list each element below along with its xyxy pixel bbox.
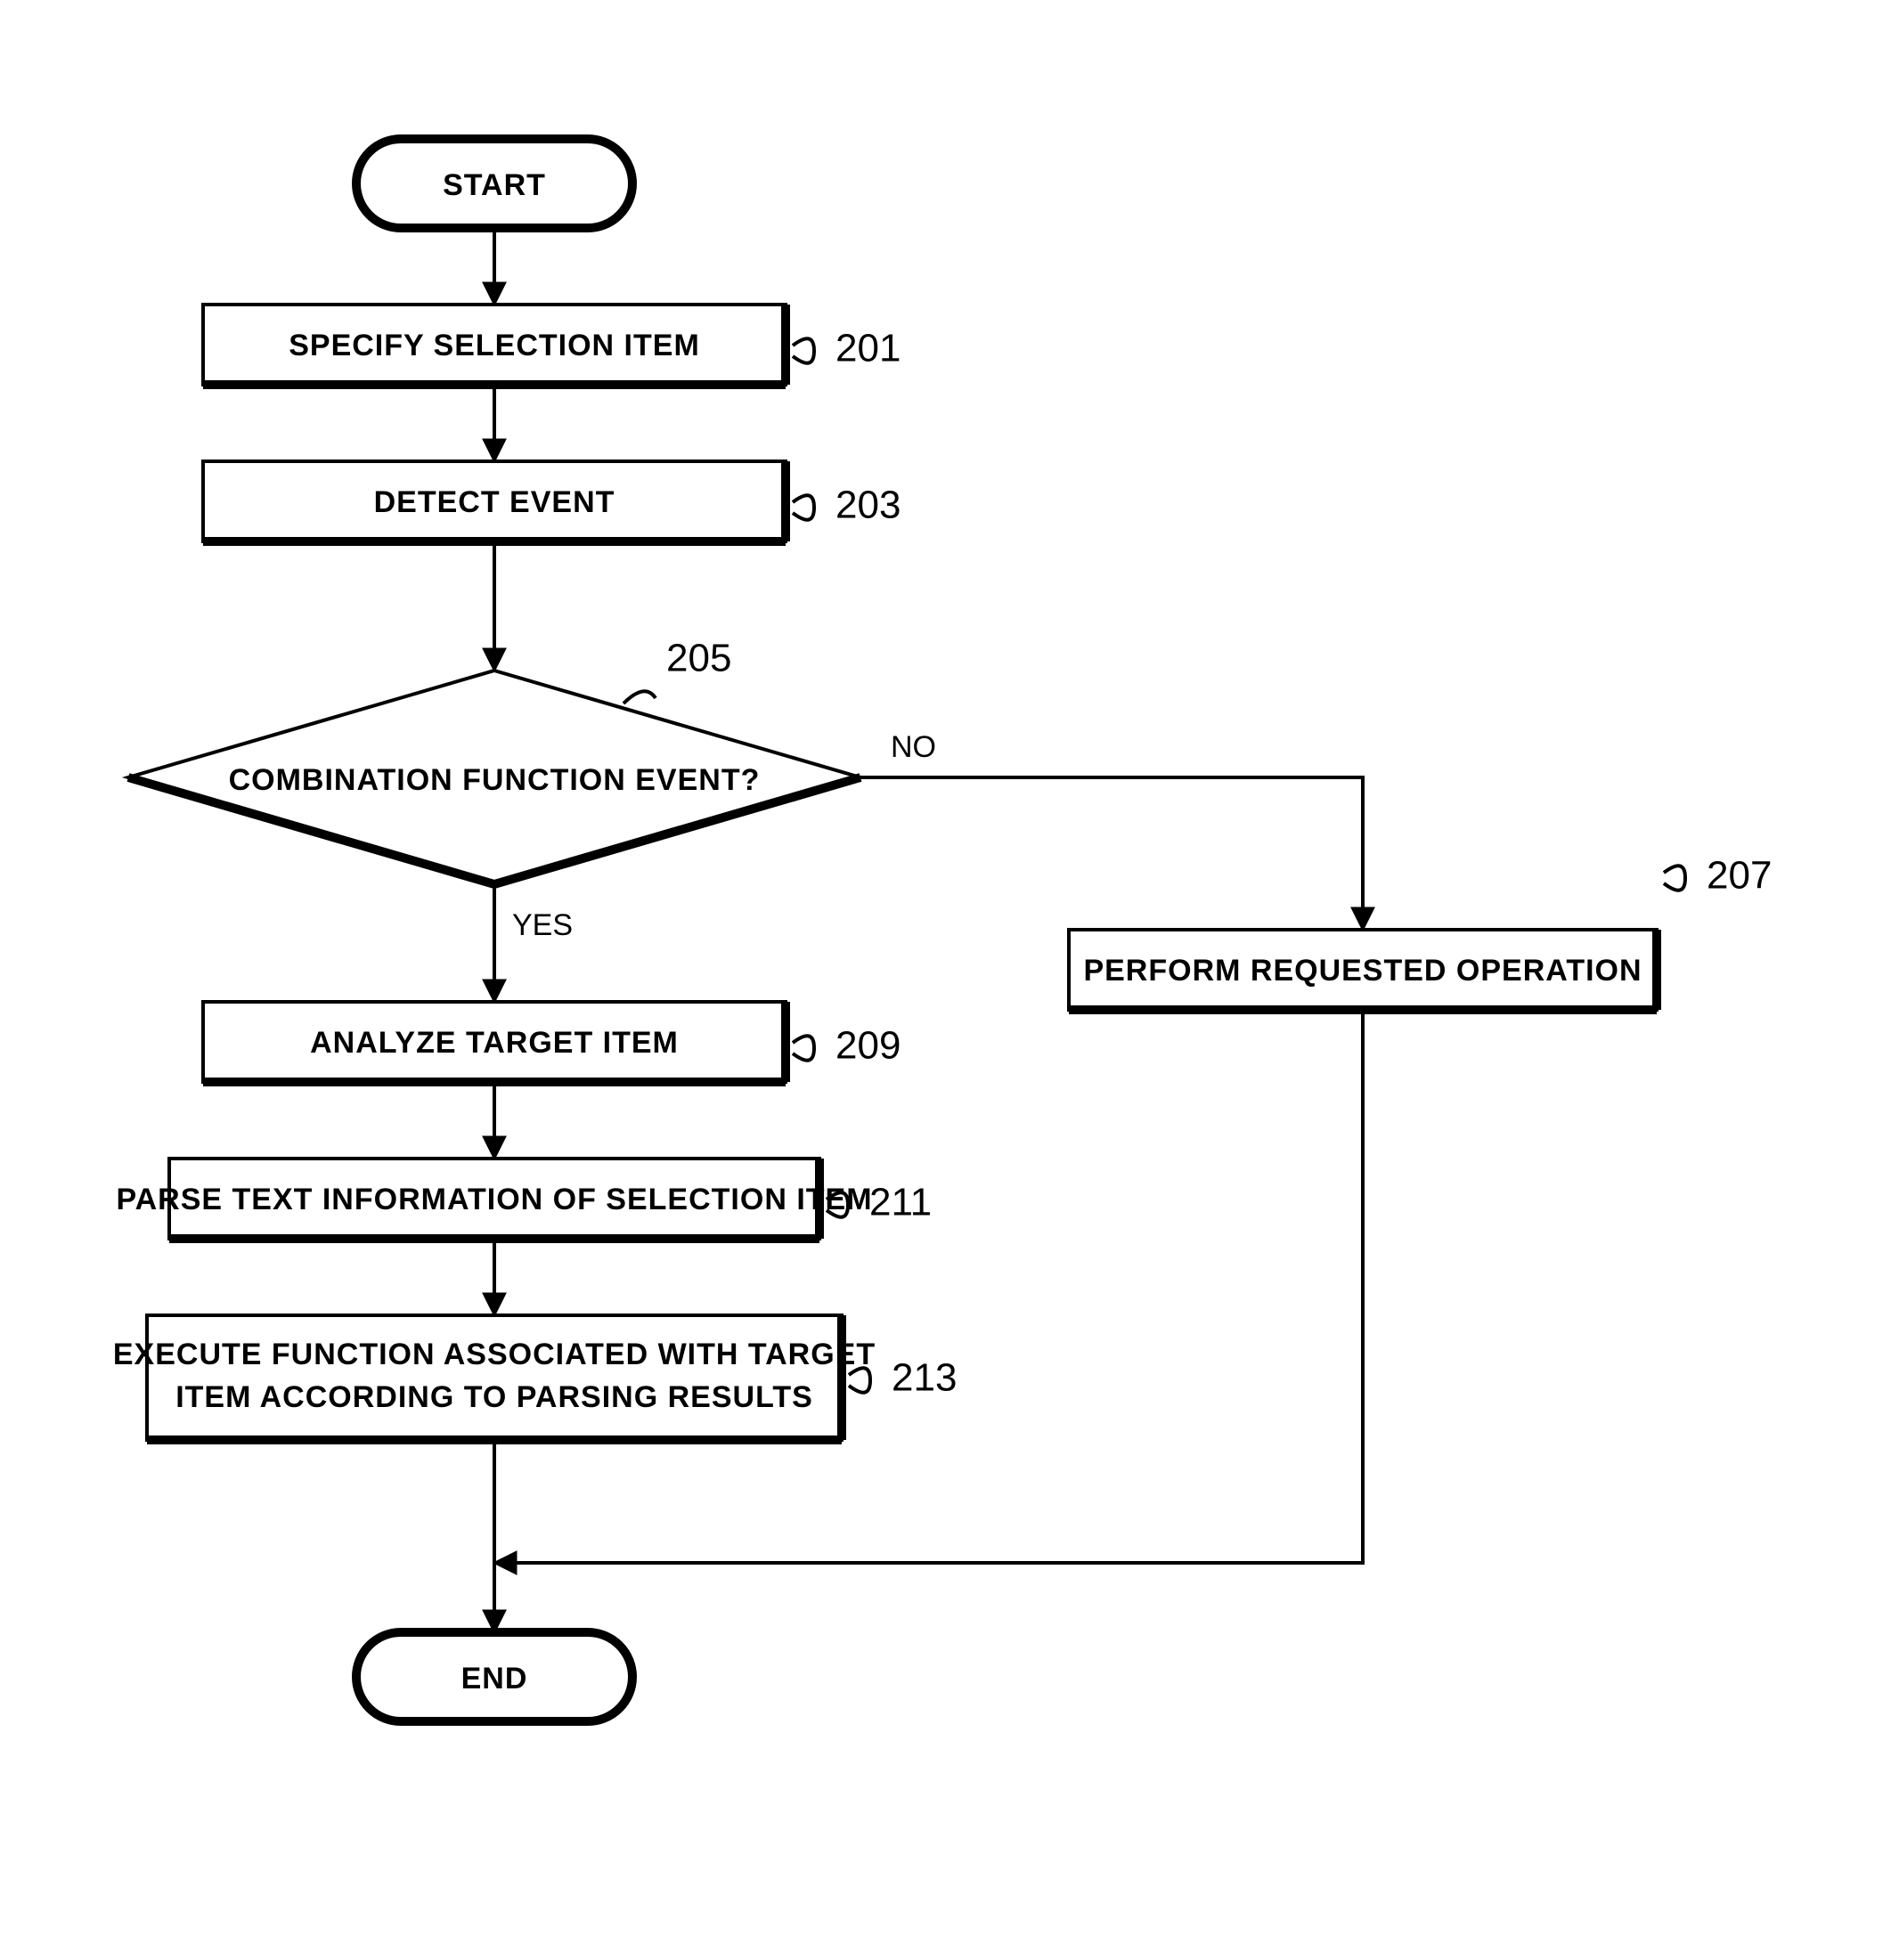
ref-tick-205 [623,691,656,703]
edge-label-no: NO [891,730,936,764]
process-211: PARSE TEXT INFORMATION OF SELECTION ITEM [116,1159,872,1239]
ref-207: 207 [1707,854,1772,898]
process-213-label-line2: ITEM ACCORDING TO PARSING RESULTS [175,1380,813,1414]
ref-201: 201 [835,327,901,370]
process-203-label: DETECT EVENT [374,485,615,519]
process-201-label: SPECIFY SELECTION ITEM [289,329,700,362]
process-207-label: PERFORM REQUESTED OPERATION [1083,954,1642,988]
edge-205-207 [860,777,1363,930]
ref-tick-207 [1664,866,1685,890]
end-label: END [461,1662,528,1696]
process-209: ANALYZE TARGET ITEM [203,1002,786,1082]
process-211-label: PARSE TEXT INFORMATION OF SELECTION ITEM [116,1183,872,1216]
ref-tick-201 [793,338,814,362]
ref-205: 205 [666,637,731,680]
process-213-label-line1: EXECUTE FUNCTION ASSOCIATED WITH TARGET [113,1338,876,1371]
ref-tick-213 [849,1368,870,1392]
ref-213: 213 [892,1356,957,1400]
start-label: START [443,168,546,202]
ref-tick-203 [793,495,814,519]
process-209-label: ANALYZE TARGET ITEM [310,1026,679,1060]
process-203: DETECT EVENT [203,461,786,541]
terminator-end: END [356,1632,632,1721]
ref-tick-209 [793,1036,814,1060]
edge-label-yes: YES [512,908,573,942]
ref-209: 209 [835,1024,901,1068]
process-207: PERFORM REQUESTED OPERATION [1069,930,1657,1010]
process-213: EXECUTE FUNCTION ASSOCIATED WITH TARGET … [113,1315,876,1440]
ref-211: 211 [869,1181,932,1224]
process-201: SPECIFY SELECTION ITEM [203,305,786,385]
edge-207-merge [494,1010,1363,1563]
decision-205-label: COMBINATION FUNCTION EVENT? [229,763,761,797]
terminator-start: START [356,139,632,228]
ref-203: 203 [835,484,901,527]
decision-205: COMBINATION FUNCTION EVENT? [128,671,860,884]
